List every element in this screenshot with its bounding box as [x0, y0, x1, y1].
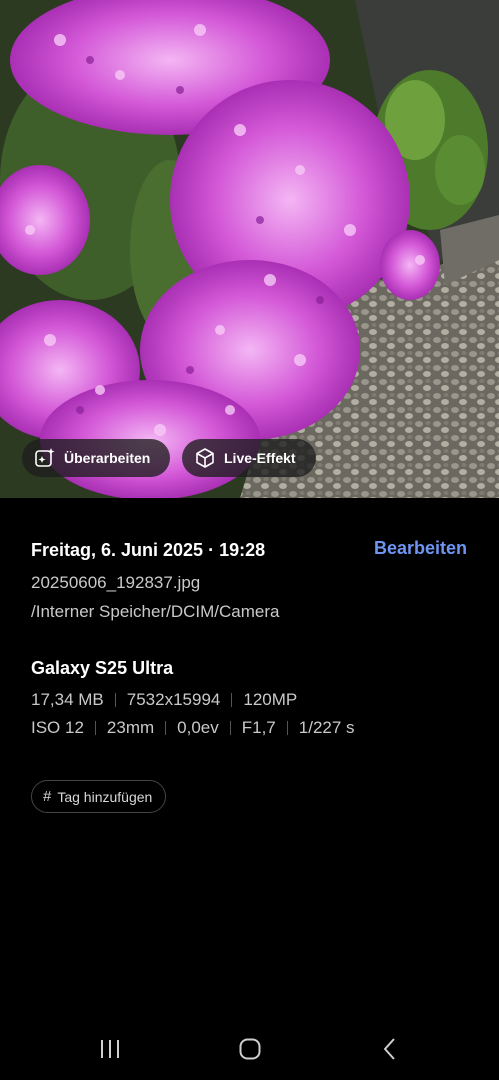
recents-icon: [101, 1040, 119, 1058]
back-button[interactable]: [370, 1032, 410, 1066]
home-icon: [239, 1038, 261, 1060]
home-button[interactable]: [230, 1032, 270, 1066]
system-nav-bar: [0, 1018, 499, 1080]
aperture: F1,7: [241, 718, 276, 737]
divider: [231, 693, 233, 707]
shutter-speed: 1/227 s: [298, 718, 355, 737]
sparkle-edit-icon: [34, 447, 56, 469]
capture-date: Freitag, 6. Juni 2025 · 19:28: [31, 540, 266, 560]
divider: [94, 721, 96, 735]
recents-button[interactable]: [90, 1032, 130, 1066]
live-effect-chip[interactable]: Live-Effekt: [182, 439, 316, 477]
divider: [229, 721, 231, 735]
exposure-value: 0,0ev: [177, 718, 219, 737]
camera-specs: ISO 12 23mm 0,0ev F1,7 1/227 s: [31, 718, 355, 738]
add-tag-label: Tag hinzufügen: [57, 788, 153, 805]
add-tag-button[interactable]: # Tag hinzufügen: [31, 780, 167, 813]
back-icon: [384, 1038, 395, 1060]
divider: [165, 721, 167, 735]
focal-length: 23mm: [106, 718, 155, 737]
file-name: 20250606_192837.jpg: [31, 573, 201, 592]
file-size: 17,34 MB: [31, 690, 104, 709]
iso-value: ISO 12: [31, 718, 84, 737]
megapixels: 120MP: [243, 690, 298, 709]
live-effect-chip-label: Live-Effekt: [224, 450, 296, 466]
edit-details-button[interactable]: Bearbeiten: [374, 538, 467, 559]
enhance-chip-label: Überarbeiten: [64, 450, 151, 466]
divider: [286, 721, 288, 735]
device-model: Galaxy S25 Ultra: [31, 658, 174, 678]
enhance-chip[interactable]: Überarbeiten: [22, 439, 170, 477]
flower-photo: [0, 0, 499, 498]
divider: [114, 693, 116, 707]
hashtag-icon: #: [43, 788, 52, 805]
resolution: 7532x15994: [126, 690, 221, 709]
file-specs: 17,34 MB 7532x15994 120MP: [31, 690, 297, 710]
details-panel: Freitag, 6. Juni 2025 · 19:28 Bearbeiten…: [0, 498, 499, 1080]
cube-effect-icon: [194, 447, 216, 469]
photo-preview[interactable]: Überarbeiten Live-Effekt: [0, 0, 499, 498]
file-path: /Interner Speicher/DCIM/Camera: [31, 602, 280, 621]
